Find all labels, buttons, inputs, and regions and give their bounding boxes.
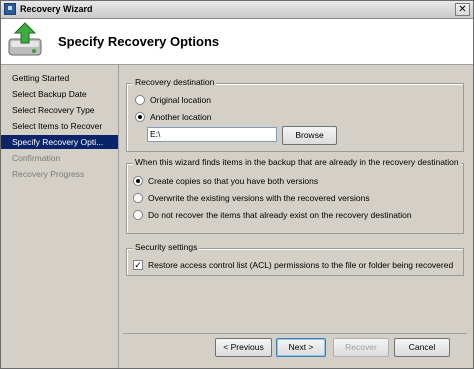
- nav-step-recovery-progress: Recovery Progress: [12, 169, 85, 179]
- overwrite-radio[interactable]: [133, 193, 143, 203]
- overwrite-label: Overwrite the existing versions with the…: [148, 193, 370, 203]
- restore-acl-checkbox[interactable]: ✓: [133, 260, 143, 270]
- existing-items-legend: When this wizard finds items in the back…: [133, 157, 461, 167]
- nav-step-select-items: Select Items to Recover: [12, 121, 103, 131]
- create-copies-option[interactable]: Create copies so that you have both vers…: [133, 175, 453, 188]
- create-copies-radio[interactable]: [133, 176, 143, 186]
- window-title: Recovery Wizard: [20, 4, 93, 14]
- existing-items-group: When this wizard finds items in the back…: [126, 157, 464, 234]
- cancel-button[interactable]: Cancel: [394, 338, 450, 357]
- original-location-radio[interactable]: [135, 95, 145, 105]
- another-location-radio[interactable]: [135, 112, 145, 122]
- restore-acl-label: Restore access control list (ACL) permis…: [148, 260, 454, 270]
- footer-divider: [123, 333, 467, 334]
- do-not-recover-radio[interactable]: [133, 210, 143, 220]
- security-settings-legend: Security settings: [133, 242, 200, 252]
- nav-step-select-backup-date: Select Backup Date: [12, 89, 87, 99]
- nav-step-select-recovery-type: Select Recovery Type: [12, 105, 95, 115]
- restore-acl-option[interactable]: ✓ Restore access control list (ACL) perm…: [133, 259, 459, 272]
- title-bar[interactable]: Recovery Wizard ✕: [1, 1, 473, 19]
- previous-button[interactable]: < Previous: [215, 338, 272, 357]
- nav-step-specify-recovery-options: Specify Recovery Opti...: [1, 135, 118, 149]
- recovery-destination-group: Recovery destination Original location A…: [126, 77, 464, 152]
- destination-path-input[interactable]: E:\: [147, 127, 277, 142]
- nav-step-getting-started: Getting Started: [12, 73, 70, 83]
- original-location-label: Original location: [150, 95, 211, 105]
- create-copies-label: Create copies so that you have both vers…: [148, 176, 319, 186]
- overwrite-option[interactable]: Overwrite the existing versions with the…: [133, 192, 453, 205]
- recovery-wizard-window: Recovery Wizard ✕ Specify Recovery Optio…: [0, 0, 474, 369]
- wizard-header: Specify Recovery Options: [1, 19, 473, 65]
- do-not-recover-label: Do not recover the items that already ex…: [148, 210, 412, 220]
- original-location-option[interactable]: Original location: [135, 94, 335, 107]
- do-not-recover-option[interactable]: Do not recover the items that already ex…: [133, 209, 458, 222]
- backup-recovery-icon: [8, 22, 42, 56]
- wizard-app-icon: [4, 3, 16, 15]
- recovery-destination-legend: Recovery destination: [133, 77, 217, 87]
- nav-step-confirmation: Confirmation: [12, 153, 61, 163]
- page-title: Specify Recovery Options: [58, 34, 220, 49]
- another-location-label: Another location: [150, 112, 212, 122]
- close-button[interactable]: ✕: [455, 3, 470, 16]
- wizard-steps-sidebar: Getting Started Select Backup Date Selec…: [1, 65, 119, 368]
- another-location-option[interactable]: Another location: [135, 111, 335, 124]
- browse-button[interactable]: Browse: [282, 126, 337, 145]
- recover-button[interactable]: Recover: [333, 338, 389, 357]
- next-button[interactable]: Next >: [276, 338, 326, 357]
- security-settings-group: Security settings ✓ Restore access contr…: [126, 242, 464, 276]
